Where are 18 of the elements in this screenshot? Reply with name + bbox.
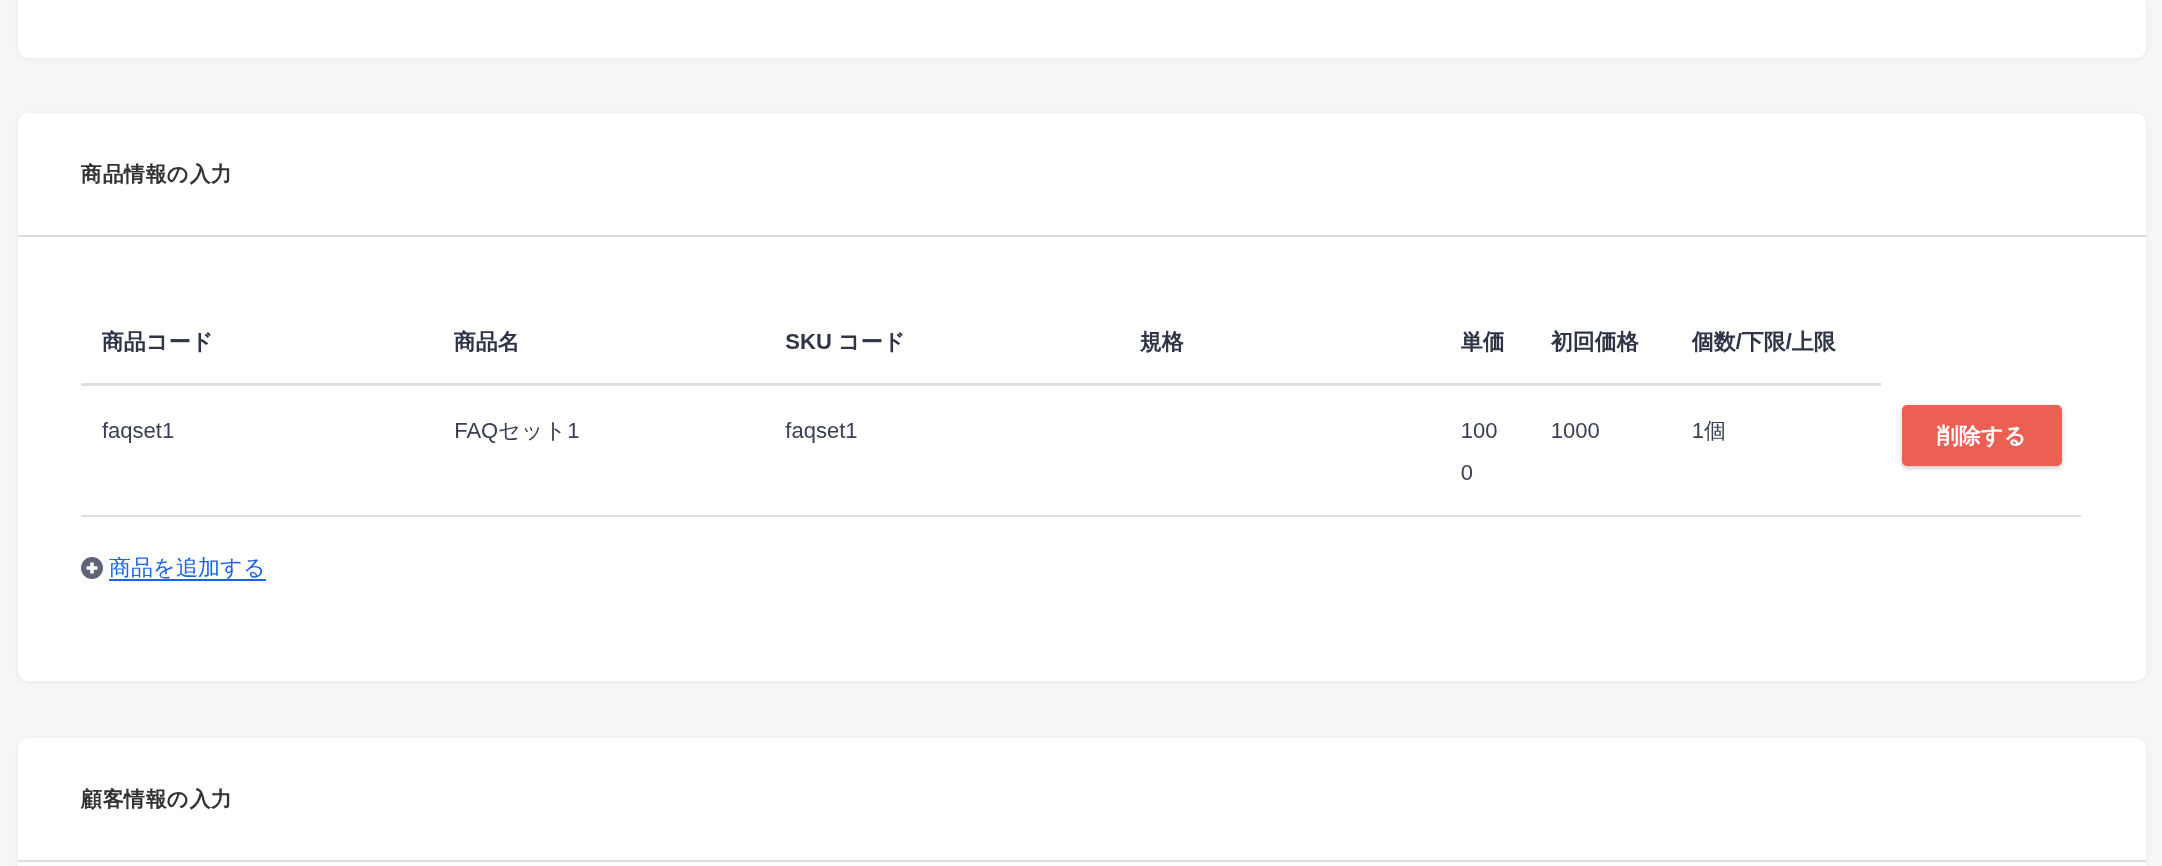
column-header: 初回価格 [1529,301,1671,385]
column-header: 単価 [1439,301,1530,385]
column-header: 個数/下限/上限 [1670,301,1881,385]
add-product-link[interactable]: 商品を追加する [81,547,266,589]
section-title: 商品情報の入力 [81,161,233,187]
table-cell: 1000 [1529,384,1671,516]
table-cell: 1000 [1439,384,1530,516]
column-header: 商品コード [81,301,434,385]
table-cell: FAQセット1 [433,384,765,516]
column-header: 規格 [1118,301,1440,385]
table-cell: faqset1 [81,384,434,516]
plus-circle-icon [81,557,103,579]
column-header: SKU コード [764,301,1119,385]
column-header: 商品名 [433,301,765,385]
table-cell: faqset1 [764,384,1119,516]
table-cell: 1個 [1670,384,1881,516]
section-title: 顧客情報の入力 [81,786,233,812]
delete-button[interactable]: 削除する [1901,404,2062,466]
